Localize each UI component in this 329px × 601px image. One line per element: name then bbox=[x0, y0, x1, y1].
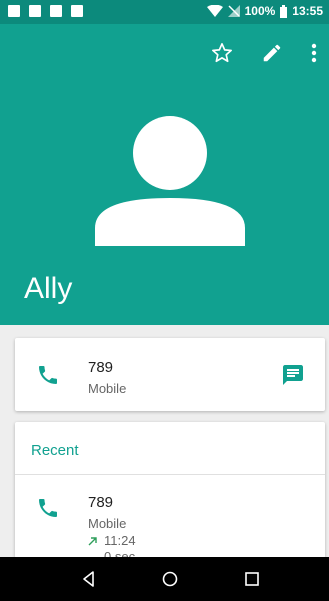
wifi-icon bbox=[206, 5, 223, 17]
home-icon[interactable] bbox=[160, 569, 180, 589]
phone-icon bbox=[39, 499, 57, 517]
battery-percent: 100% bbox=[244, 4, 276, 18]
phone-number: 789 bbox=[88, 359, 114, 376]
status-time: 13:55 bbox=[292, 4, 323, 18]
person-placeholder-icon bbox=[95, 116, 245, 246]
battery-icon bbox=[280, 4, 288, 18]
star-outline-icon bbox=[212, 43, 232, 63]
recent-calls-card: Recent 789 Mobile 11:24 0 sec bbox=[15, 422, 325, 558]
recent-section-title: Recent bbox=[31, 442, 79, 459]
more-options-button[interactable] bbox=[311, 42, 319, 64]
jpg-file-icon bbox=[50, 5, 62, 17]
phone-number-card[interactable]: 789 Mobile bbox=[15, 338, 325, 411]
phone-type: Mobile bbox=[88, 381, 127, 396]
divider bbox=[15, 474, 325, 475]
edit-pencil-icon bbox=[263, 44, 281, 62]
message-icon[interactable] bbox=[281, 363, 305, 387]
system-icons: 100% 13:55 bbox=[206, 4, 323, 18]
recent-call-type: Mobile bbox=[88, 516, 127, 531]
image-icon bbox=[29, 5, 41, 17]
outgoing-call-arrow-icon bbox=[88, 536, 97, 545]
contact-header: Ally bbox=[0, 24, 329, 325]
notification-icons bbox=[8, 5, 83, 17]
sd-card-icon bbox=[71, 5, 83, 17]
whatsapp-icon bbox=[8, 5, 20, 17]
no-sim-icon bbox=[227, 5, 240, 17]
recent-call-time-row: 11:24 bbox=[88, 533, 136, 548]
navigation-bar bbox=[0, 557, 329, 601]
more-vert-icon bbox=[311, 43, 317, 63]
contact-name: Ally bbox=[24, 272, 73, 305]
back-icon[interactable] bbox=[79, 569, 99, 589]
recents-icon[interactable] bbox=[242, 569, 262, 589]
edit-button[interactable] bbox=[261, 42, 283, 64]
recent-call-time: 11:24 bbox=[104, 533, 136, 548]
favorite-star-button[interactable] bbox=[211, 42, 233, 64]
status-bar: 100% 13:55 bbox=[0, 0, 329, 24]
recent-call-number: 789 bbox=[88, 494, 114, 511]
phone-icon bbox=[39, 366, 57, 384]
toolbar-actions bbox=[211, 42, 319, 64]
